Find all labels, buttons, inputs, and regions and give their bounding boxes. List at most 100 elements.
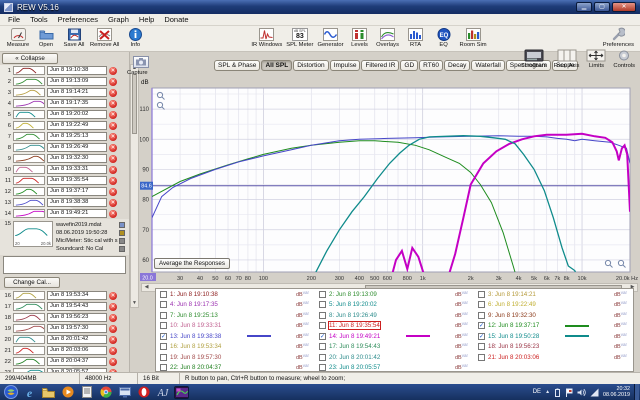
legend-entry-8[interactable]: 8: Jun 8 19:26:49dBvar: [315, 310, 474, 321]
legend-checkbox[interactable]: [160, 343, 167, 350]
legend-entry-2[interactable]: 2: Jun 8 19:13:09dBvar: [315, 289, 474, 300]
taskbar-app-file-explorer[interactable]: [41, 386, 56, 399]
measurement-row[interactable]: 21Jun 8 20:03:06✕: [0, 345, 129, 356]
taskbar-app-desktop-app[interactable]: [117, 386, 132, 399]
sidebar-scrollbar-thumb[interactable]: [132, 74, 137, 134]
legend-checkbox[interactable]: [478, 291, 485, 298]
measurement-row[interactable]: 7Jun 8 19:25:13✕: [0, 131, 129, 142]
legend-checkbox[interactable]: [319, 343, 326, 350]
volume-icon[interactable]: [577, 388, 586, 397]
legend-checkbox[interactable]: ✓: [478, 322, 485, 329]
menu-item-donate[interactable]: Donate: [159, 15, 193, 24]
measurement-row[interactable]: 6Jun 8 19:22:49✕: [0, 120, 129, 131]
measurement-name-field[interactable]: Jun 8 19:32:30: [47, 154, 107, 163]
tab-waterfall[interactable]: Waterfall: [471, 60, 504, 71]
measurement-row[interactable]: 1Jun 8 19:10:38✕: [0, 65, 129, 76]
legend-entry-3[interactable]: 3: Jun 8 19:14:21dBvar: [474, 289, 633, 300]
delete-measurement-icon[interactable]: ✕: [109, 100, 117, 108]
menu-item-graph[interactable]: Graph: [103, 15, 134, 24]
legend-checkbox[interactable]: [478, 301, 485, 308]
soundcard-cal-icon[interactable]: [119, 246, 125, 252]
measurement-row[interactable]: 4Jun 8 19:17:35✕: [0, 98, 129, 109]
measurement-name-field[interactable]: Jun 8 19:13:09: [47, 77, 107, 86]
measurement-row[interactable]: 17Jun 8 19:54:43✕: [0, 301, 129, 312]
legend-entry-21[interactable]: 21: Jun 8 20:03:06dBvar: [474, 352, 633, 363]
delete-measurement-icon[interactable]: ✕: [109, 347, 117, 355]
legend-checkbox[interactable]: [319, 322, 326, 329]
taskbar-app-rew-active[interactable]: [174, 386, 189, 399]
measurement-name-field[interactable]: Jun 8 20:03:06: [47, 346, 107, 355]
save-all-button[interactable]: Save All: [60, 27, 88, 48]
measurement-name-field[interactable]: Jun 8 19:38:38: [47, 198, 107, 207]
measurement-row[interactable]: 20Jun 8 20:01:42✕: [0, 334, 129, 345]
legend-checkbox[interactable]: [478, 312, 485, 319]
measurement-name-field[interactable]: Jun 8 19:56:23: [47, 313, 107, 322]
taskbar-clock[interactable]: 20:32 08.06.2019: [603, 386, 630, 398]
delete-measurement-icon[interactable]: ✕: [109, 67, 117, 75]
capture-button[interactable]: [133, 56, 149, 68]
measurement-notes-field[interactable]: [3, 256, 126, 274]
delete-measurement-icon[interactable]: ✕: [109, 155, 117, 163]
menu-item-tools[interactable]: Tools: [25, 15, 53, 24]
legend-entry-16[interactable]: 16: Jun 8 19:53:34dBvar: [156, 342, 315, 353]
language-indicator[interactable]: DE: [533, 389, 541, 395]
delete-measurement-icon[interactable]: ✕: [109, 336, 117, 344]
show-desktop-button[interactable]: [634, 384, 639, 400]
tab-decay[interactable]: Decay: [444, 60, 470, 71]
legend-checkbox[interactable]: [160, 291, 167, 298]
edit-date-icon[interactable]: [119, 230, 125, 236]
menu-item-preferences[interactable]: Preferences: [53, 15, 103, 24]
tray-expand-icon[interactable]: ▲: [545, 389, 550, 395]
close-button[interactable]: ✕: [612, 2, 636, 12]
legend-checkbox[interactable]: [160, 301, 167, 308]
measurement-name-field[interactable]: Jun 8 19:14:21: [47, 88, 107, 97]
controls-button[interactable]: Controls: [613, 49, 635, 69]
scroll-down-icon[interactable]: ▼: [132, 300, 137, 307]
menu-item-file[interactable]: File: [3, 15, 25, 24]
minimize-button[interactable]: ▁: [576, 2, 592, 12]
preferences-button[interactable]: Preferences: [601, 27, 636, 48]
measurement-row[interactable]: 18Jun 8 19:56:23✕: [0, 312, 129, 323]
legend-checkbox[interactable]: [160, 354, 167, 361]
measurement-row[interactable]: 3Jun 8 19:14:21✕: [0, 87, 129, 98]
delete-measurement-icon[interactable]: ✕: [109, 303, 117, 311]
scroll-left-icon[interactable]: ◀: [142, 284, 151, 291]
legend-checkbox[interactable]: [160, 364, 167, 371]
delete-measurement-icon[interactable]: ✕: [109, 314, 117, 322]
measurement-row[interactable]: 11Jun 8 19:35:54✕: [0, 175, 129, 186]
legend-checkbox[interactable]: [319, 312, 326, 319]
mdat-file-icon[interactable]: [119, 222, 125, 228]
measurement-row[interactable]: 13Jun 8 19:38:38✕: [0, 197, 129, 208]
legend-checkbox[interactable]: [319, 301, 326, 308]
legend-entry-22[interactable]: 22: Jun 8 20:04:37dBvar: [156, 363, 315, 374]
delete-measurement-icon[interactable]: ✕: [109, 325, 117, 333]
info-button[interactable]: Info: [121, 27, 149, 48]
levels-button[interactable]: Levels: [346, 27, 374, 48]
measurement-name-field[interactable]: Jun 8 19:57:30: [47, 324, 107, 333]
tab-distortion[interactable]: Distortion: [293, 60, 328, 71]
measurement-name-field[interactable]: Jun 8 20:01:42: [47, 335, 107, 344]
taskbar-app-internet-explorer[interactable]: e: [22, 386, 37, 399]
delete-measurement-icon[interactable]: ✕: [109, 188, 117, 196]
measurement-name-field[interactable]: Jun 8 19:20:02: [47, 110, 107, 119]
legend-entry-12[interactable]: ✓12: Jun 8 19:37:17dBvar: [474, 321, 633, 332]
eq-button[interactable]: EQEQ: [430, 27, 458, 48]
tab-spl-phase[interactable]: SPL & Phase: [214, 60, 260, 71]
legend-checkbox[interactable]: [478, 354, 485, 361]
action-center-flag-icon[interactable]: [565, 388, 573, 397]
measurement-name-field[interactable]: Jun 8 19:35:54: [47, 176, 107, 185]
legend-entry-15[interactable]: ✓15: Jun 8 19:50:28dBvar: [474, 331, 633, 342]
delete-measurement-icon[interactable]: ✕: [109, 89, 117, 97]
legend-entry-5[interactable]: 5: Jun 8 19:20:02dBvar: [315, 300, 474, 311]
network-icon[interactable]: [590, 388, 599, 397]
change-cal-button[interactable]: Change Cal...: [4, 277, 60, 288]
taskbar-app-document-app[interactable]: [79, 386, 94, 399]
limits-button[interactable]: Limits: [586, 49, 606, 69]
legend-entry-14[interactable]: ✓14: Jun 8 19:49:21dBvar: [315, 331, 474, 342]
room-sim-button[interactable]: Room Sim: [458, 27, 489, 48]
delete-measurement-icon[interactable]: ✕: [109, 111, 117, 119]
tab-gd[interactable]: GD: [400, 60, 418, 71]
measurement-row[interactable]: 12Jun 8 19:37:17✕: [0, 186, 129, 197]
legend-entry-11[interactable]: 11: Jun 8 19:35:54dBvar: [315, 321, 474, 332]
measurement-row[interactable]: 22Jun 8 20:04:37✕: [0, 356, 129, 367]
